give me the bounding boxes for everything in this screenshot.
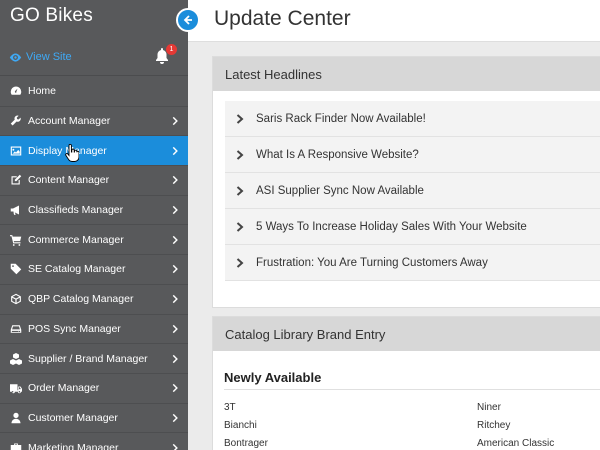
sidebar-item-label: Marketing Manager bbox=[28, 441, 119, 450]
headline-item[interactable]: What Is A Responsive Website? bbox=[225, 137, 600, 173]
wrench-icon bbox=[9, 114, 23, 128]
headline-item[interactable]: 5 Ways To Increase Holiday Sales With Yo… bbox=[225, 209, 600, 245]
headline-text: What Is A Responsive Website? bbox=[256, 148, 419, 161]
chevron-right-icon bbox=[172, 443, 178, 450]
sidebar-item-account-manager[interactable]: Account Manager bbox=[0, 107, 188, 137]
top-bar: Update Center bbox=[176, 0, 600, 42]
sidebar-item-marketing-manager[interactable]: Marketing Manager bbox=[0, 433, 188, 450]
sidebar-item-customer-manager[interactable]: Customer Manager bbox=[0, 404, 188, 434]
cube-icon bbox=[9, 292, 23, 306]
megaphone-icon bbox=[9, 203, 23, 217]
sidebar-item-supplier-brand-manager[interactable]: Supplier / Brand Manager bbox=[0, 344, 188, 374]
notification-badge: 1 bbox=[166, 44, 177, 55]
chevron-right-icon bbox=[172, 295, 178, 304]
divider bbox=[224, 389, 600, 390]
sidebar-item-label: Supplier / Brand Manager bbox=[28, 352, 148, 365]
brand-title[interactable]: GO Bikes bbox=[10, 5, 93, 27]
brand-item[interactable]: Niner bbox=[477, 399, 554, 417]
tag-icon bbox=[9, 262, 23, 276]
sidebar-item-display-manager[interactable]: Display Manager bbox=[0, 136, 188, 167]
headline-item[interactable]: Saris Rack Finder Now Available! bbox=[225, 101, 600, 137]
sidebar-item-label: Account Manager bbox=[28, 115, 111, 128]
headlines-list: Saris Rack Finder Now Available! What Is… bbox=[225, 101, 600, 281]
briefcase-icon bbox=[9, 441, 23, 450]
chevron-right-icon bbox=[172, 265, 178, 274]
chevron-right-icon bbox=[172, 235, 178, 244]
headline-text: Frustration: You Are Turning Customers A… bbox=[256, 256, 488, 269]
sidebar-item-classifieds-manager[interactable]: Classifieds Manager bbox=[0, 196, 188, 226]
panel-header: Catalog Library Brand Entry bbox=[213, 317, 600, 351]
sidebar-item-se-catalog-manager[interactable]: SE Catalog Manager bbox=[0, 255, 188, 285]
chevron-right-icon bbox=[236, 221, 244, 232]
sidebar-item-label: Classifieds Manager bbox=[28, 204, 124, 217]
headline-text: Saris Rack Finder Now Available! bbox=[256, 112, 426, 125]
chevron-right-icon bbox=[236, 149, 244, 160]
sidebar-menu: Home Account Manager Display Manager Con… bbox=[0, 77, 188, 450]
chevron-right-icon bbox=[236, 185, 244, 196]
panel-header: Latest Headlines bbox=[213, 57, 600, 91]
sidebar-item-label: Order Manager bbox=[28, 382, 100, 395]
sidebar-item-label: Commerce Manager bbox=[28, 233, 124, 246]
sidebar-top-bar: View Site 1 bbox=[0, 38, 188, 76]
chevron-right-icon bbox=[172, 384, 178, 393]
sidebar-item-label: Home bbox=[28, 85, 57, 98]
sidebar-item-order-manager[interactable]: Order Manager bbox=[0, 374, 188, 404]
sidebar-item-content-manager[interactable]: Content Manager bbox=[0, 166, 188, 196]
headline-item[interactable]: ASI Supplier Sync Now Available bbox=[225, 173, 600, 209]
sidebar-item-qbp-catalog-manager[interactable]: QBP Catalog Manager bbox=[0, 285, 188, 315]
headline-text: 5 Ways To Increase Holiday Sales With Yo… bbox=[256, 220, 527, 233]
user-icon bbox=[9, 411, 23, 425]
chevron-right-icon bbox=[172, 205, 178, 215]
catalog-library-panel: Catalog Library Brand Entry Newly Availa… bbox=[212, 316, 600, 450]
chevron-right-icon bbox=[172, 116, 178, 126]
sidebar-item-label: Customer Manager bbox=[28, 411, 118, 424]
arrow-left-icon bbox=[183, 15, 192, 25]
sidebar-item-label: Content Manager bbox=[28, 174, 110, 187]
edit-icon bbox=[9, 173, 23, 187]
view-site-label: View Site bbox=[26, 51, 72, 63]
sidebar: GO Bikes View Site 1 Home Account Manage… bbox=[0, 0, 188, 450]
section-title: Newly Available bbox=[224, 370, 322, 385]
brand-item[interactable]: American Classic bbox=[477, 435, 554, 450]
brand-column-left: 3T Bianchi Bontrager bbox=[224, 399, 268, 450]
chevron-right-icon bbox=[172, 176, 178, 185]
hand-cursor-icon bbox=[65, 144, 79, 163]
image-icon bbox=[9, 144, 23, 158]
headline-text: ASI Supplier Sync Now Available bbox=[256, 184, 424, 197]
chevron-right-icon bbox=[172, 146, 178, 155]
chevron-right-icon bbox=[172, 354, 178, 363]
eye-icon bbox=[9, 52, 22, 62]
brand-item[interactable]: Ritchey bbox=[477, 417, 554, 435]
brand-item[interactable]: 3T bbox=[224, 399, 268, 417]
headline-item[interactable]: Frustration: You Are Turning Customers A… bbox=[225, 245, 600, 281]
cubes-icon bbox=[9, 352, 23, 366]
truck-icon bbox=[9, 381, 23, 395]
brand-column-right: Niner Ritchey American Classic bbox=[477, 399, 554, 450]
sidebar-item-home[interactable]: Home bbox=[0, 77, 188, 107]
chevron-right-icon bbox=[172, 324, 178, 333]
chevron-right-icon bbox=[172, 413, 178, 423]
brand-item[interactable]: Bontrager bbox=[224, 435, 268, 450]
collapse-sidebar-button[interactable] bbox=[176, 8, 200, 32]
sidebar-item-label: SE Catalog Manager bbox=[28, 263, 126, 276]
view-site-link[interactable]: View Site bbox=[9, 51, 72, 63]
hdd-icon bbox=[9, 322, 23, 336]
headlines-panel: Latest Headlines Saris Rack Finder Now A… bbox=[212, 56, 600, 308]
page-title: Update Center bbox=[214, 7, 351, 30]
sidebar-item-commerce-manager[interactable]: Commerce Manager bbox=[0, 225, 188, 256]
sidebar-item-label: POS Sync Manager bbox=[28, 322, 121, 335]
sidebar-item-label: QBP Catalog Manager bbox=[28, 293, 134, 306]
cart-icon bbox=[9, 233, 23, 247]
brand-item[interactable]: Bianchi bbox=[224, 417, 268, 435]
dashboard-icon bbox=[9, 84, 23, 98]
chevron-right-icon bbox=[236, 113, 244, 124]
chevron-right-icon bbox=[236, 257, 244, 268]
sidebar-item-pos-sync-manager[interactable]: POS Sync Manager bbox=[0, 315, 188, 345]
